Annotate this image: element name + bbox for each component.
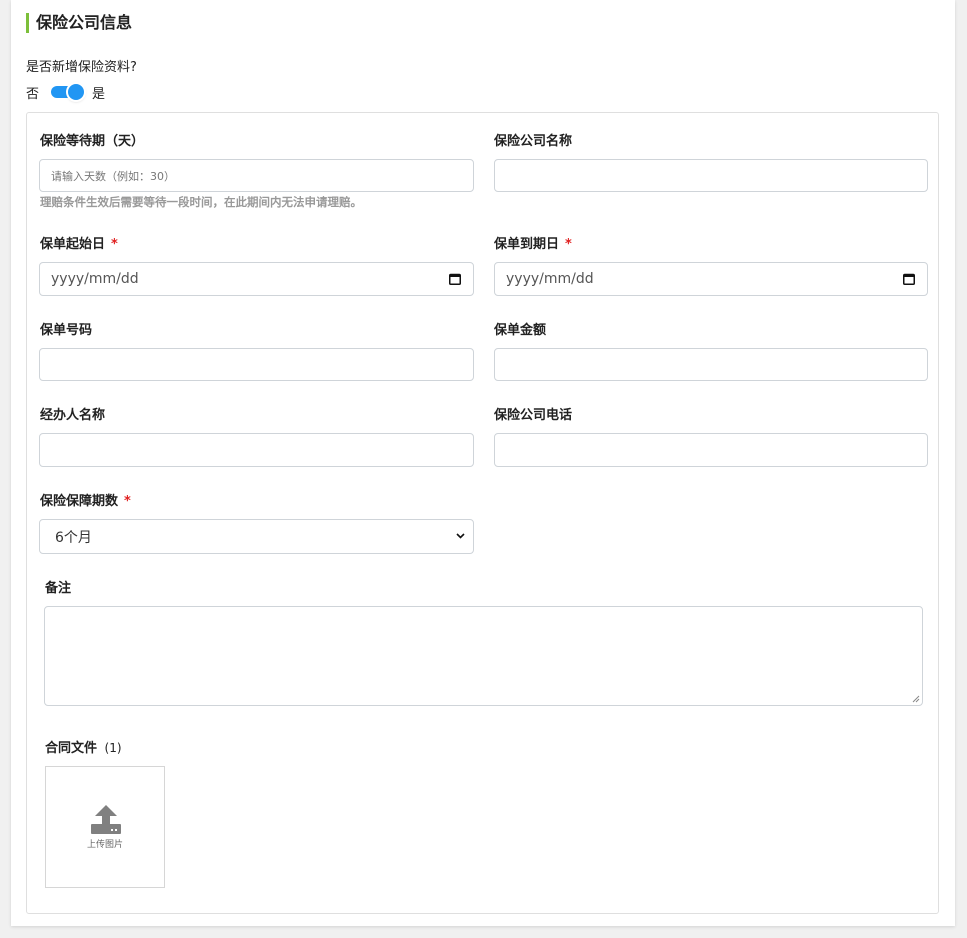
policy-amount-label: 保单金额 — [494, 323, 547, 338]
company-phone-label: 保险公司电话 — [494, 408, 573, 423]
upload-icon — [91, 805, 121, 834]
company-name-input[interactable] — [494, 159, 928, 192]
remarks-textarea[interactable] — [44, 606, 923, 706]
agent-name-field: 经办人名称 — [40, 407, 105, 425]
contract-label-row: 合同文件 (1) — [45, 739, 122, 757]
add-insurance-toggle[interactable] — [51, 84, 85, 100]
start-date-input[interactable]: yyyy/mm/dd — [39, 262, 474, 296]
end-date-field: 保单到期日 * — [494, 236, 572, 254]
coverage-period-required-mark: * — [124, 494, 131, 509]
policy-amount-field: 保单金额 — [494, 322, 546, 340]
resize-handle-icon[interactable] — [912, 695, 920, 703]
start-date-placeholder: yyyy/mm/dd — [51, 271, 139, 287]
agent-name-label: 经办人名称 — [40, 408, 106, 423]
start-date-field: 保单起始日 * — [40, 236, 118, 254]
section-title: 保险公司信息 — [26, 13, 132, 33]
policy-number-field: 保单号码 — [40, 322, 92, 340]
coverage-period-label-row: 保险保障期数 * — [40, 493, 131, 511]
end-date-required-mark: * — [565, 237, 572, 252]
add-insurance-question: 是否新增保险资料? — [26, 60, 137, 75]
company-phone-input[interactable] — [494, 433, 928, 467]
policy-amount-input[interactable] — [494, 348, 928, 381]
start-date-required-mark: * — [111, 237, 118, 252]
end-date-label: 保单到期日 — [494, 237, 560, 252]
toggle-off-label: 否 — [26, 86, 40, 102]
toggle-row: 否 是 — [26, 82, 105, 102]
coverage-period-selected: 6个月 — [55, 529, 92, 546]
calendar-icon[interactable] — [449, 273, 461, 285]
company-name-label: 保险公司名称 — [494, 134, 573, 149]
policy-number-label: 保单号码 — [40, 323, 93, 338]
contract-count: (1) — [104, 741, 122, 755]
contract-field: 合同文件 (1) — [45, 739, 122, 757]
company-name-field: 保险公司名称 — [494, 133, 572, 151]
waiting-period-placeholder: 请输入天数（例如：30） — [51, 169, 175, 183]
upload-image-button[interactable]: 上传图片 — [45, 766, 165, 888]
toggle-on-label: 是 — [92, 86, 106, 102]
insurance-form: 保险等待期（天） 请输入天数（例如：30） 理赔条件生效后需要等待一段时间，在此… — [26, 112, 939, 914]
remarks-label: 备注 — [45, 581, 72, 596]
waiting-period-field: 保险等待期（天） — [40, 133, 144, 151]
policy-number-input[interactable] — [39, 348, 474, 381]
insurance-info-card: 保险公司信息 是否新增保险资料? 否 是 保险等待期（天） 请输入天数（例如：3… — [11, 0, 955, 926]
start-date-label: 保单起始日 — [40, 237, 106, 252]
waiting-period-label: 保险等待期（天） — [40, 134, 145, 149]
coverage-period-label: 保险保障期数 — [40, 494, 119, 509]
agent-name-input[interactable] — [39, 433, 474, 467]
end-date-label-row: 保单到期日 * — [494, 236, 572, 254]
upload-image-label: 上传图片 — [86, 840, 123, 850]
start-date-label-row: 保单起始日 * — [40, 236, 118, 254]
toggle-knob — [68, 84, 85, 100]
contract-label: 合同文件 — [45, 741, 98, 756]
end-date-input[interactable]: yyyy/mm/dd — [494, 262, 928, 296]
waiting-period-hint: 理赔条件生效后需要等待一段时间，在此期间内无法申请理赔。 — [40, 195, 362, 209]
company-phone-field: 保险公司电话 — [494, 407, 572, 425]
end-date-placeholder: yyyy/mm/dd — [506, 271, 594, 287]
waiting-period-input[interactable]: 请输入天数（例如：30） — [39, 159, 474, 192]
chevron-down-icon — [456, 533, 465, 539]
remarks-field: 备注 — [45, 580, 71, 598]
coverage-period-select[interactable]: 6个月 — [39, 519, 474, 554]
coverage-period-field: 保险保障期数 * — [40, 493, 131, 511]
calendar-icon[interactable] — [903, 273, 915, 285]
